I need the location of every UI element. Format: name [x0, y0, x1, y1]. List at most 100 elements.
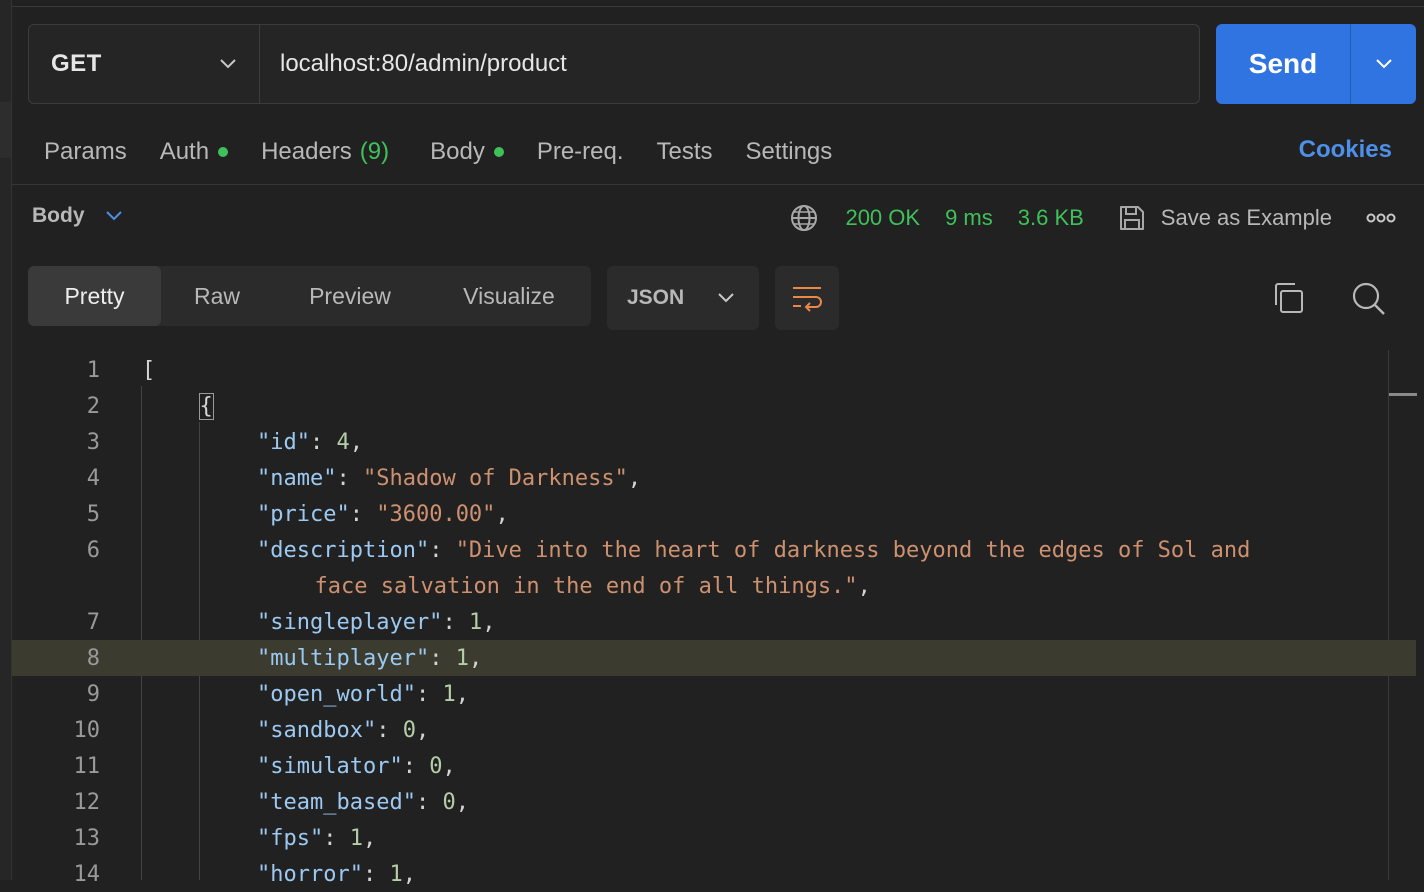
more-icon[interactable] — [1366, 213, 1396, 223]
line-number: 5 — [86, 501, 100, 527]
tab-headers[interactable]: Headers (9) — [261, 138, 389, 166]
line-number: 13 — [73, 825, 101, 851]
code-text: face salvation in the end of all things.… — [315, 574, 871, 599]
json-punctuation: , — [495, 501, 509, 527]
code-line: 8 "multiplayer": 1, — [12, 640, 1416, 676]
sidebar-strip — [0, 0, 12, 880]
line-number: 7 — [86, 609, 100, 635]
response-time[interactable]: 9 ms — [945, 205, 993, 231]
json-string: "3600.00" — [376, 501, 496, 527]
json-punctuation: : — [336, 465, 363, 491]
line-number: 12 — [73, 789, 101, 815]
code-line: 6 "description": "Dive into the heart of … — [12, 532, 1388, 568]
json-number: 0 — [402, 717, 416, 743]
code-line: 2{ — [12, 388, 1388, 424]
section-divider — [12, 184, 1424, 185]
cookies-link[interactable]: Cookies — [1299, 136, 1392, 164]
response-size[interactable]: 3.6 KB — [1018, 205, 1084, 231]
json-key: "team_based" — [257, 789, 416, 815]
code-text: "name": "Shadow of Darkness", — [257, 466, 641, 491]
chevron-down-icon — [1375, 59, 1392, 69]
json-punctuation: : — [442, 609, 469, 635]
tab-label: Tests — [656, 138, 713, 165]
json-punctuation: , — [455, 789, 469, 815]
send-button[interactable]: Send — [1216, 24, 1350, 104]
json-key: "singleplayer" — [257, 609, 443, 635]
json-punctuation: , — [362, 825, 377, 851]
json-punctuation: : — [429, 537, 456, 563]
json-punctuation: , — [627, 465, 642, 491]
json-key: "fps" — [257, 825, 324, 851]
code-text: "price": "3600.00", — [257, 502, 509, 527]
json-key: "name" — [257, 465, 337, 491]
code-text: "multiplayer": 1, — [257, 646, 482, 671]
code-text: { — [198, 392, 214, 420]
tab-label: Params — [44, 138, 127, 165]
code-text: [ — [142, 358, 155, 383]
view-tab-visualize[interactable]: Visualize — [427, 266, 591, 326]
code-line: 14 "horror": 1, — [12, 856, 1388, 892]
request-bar: GET — [28, 24, 1200, 104]
json-number: 0 — [442, 789, 456, 815]
view-tab-raw[interactable]: Raw — [161, 266, 273, 326]
response-body-editor[interactable]: 1[2{3 "id": 4, 4 "name": "Shadow of Darknes… — [12, 350, 1424, 887]
tab-params[interactable]: Params — [44, 138, 127, 166]
body-indicator-dot — [493, 147, 504, 157]
tab-body[interactable]: Body — [430, 138, 504, 166]
json-punctuation: , — [349, 429, 363, 455]
wrap-lines-button[interactable] — [775, 266, 839, 330]
code-text: "description": "Dive into the heart of d… — [257, 538, 1250, 563]
send-options-button[interactable] — [1350, 24, 1416, 104]
json-number: 4 — [336, 429, 350, 455]
line-number: 4 — [86, 465, 100, 491]
code-text: "open_world": 1, — [257, 682, 469, 707]
format-select[interactable]: JSON — [607, 266, 759, 330]
send-button-group: Send — [1216, 24, 1416, 104]
method-label: GET — [51, 50, 102, 77]
json-punctuation: [ — [142, 357, 156, 383]
code-text: "sandbox": 0, — [257, 718, 429, 743]
json-punctuation: : — [349, 501, 377, 527]
json-number: 1 — [455, 645, 469, 671]
save-as-example-button[interactable]: Save as Example — [1117, 203, 1332, 233]
code-text: "id": 4, — [257, 430, 363, 455]
code-line: 9 "open_world": 1, — [12, 676, 1388, 712]
chevron-down-icon — [718, 293, 734, 303]
status-code[interactable]: 200 OK — [845, 205, 920, 231]
code-text: "simulator": 0, — [257, 754, 456, 779]
response-section-label: Body — [32, 204, 85, 227]
json-key: "multiplayer" — [257, 645, 430, 671]
json-key: "description" — [257, 537, 430, 563]
search-icon[interactable] — [1350, 280, 1386, 316]
method-select[interactable]: GET — [29, 25, 260, 103]
json-number: 1 — [468, 609, 483, 635]
code-text: "singleplayer": 1, — [257, 610, 495, 635]
json-punctuation: : — [362, 861, 390, 887]
response-meta: 200 OK 9 ms 3.6 KB Save as Example — [789, 200, 1396, 236]
json-number: 1 — [349, 825, 363, 851]
line-number: 8 — [86, 645, 100, 671]
copy-icon[interactable] — [1270, 280, 1306, 316]
json-string: "Shadow of Darkness" — [362, 465, 628, 491]
globe-icon[interactable] — [789, 203, 819, 233]
tab-label: Headers — [261, 138, 352, 165]
code-line: 7 "singleplayer": 1, — [12, 604, 1388, 640]
json-number: 1 — [389, 861, 403, 887]
json-punctuation: : — [402, 753, 430, 779]
view-mode-tabs: Pretty Raw Preview Visualize — [28, 266, 591, 326]
response-section-select[interactable]: Body — [32, 204, 123, 228]
editor-scrollbar-thumb[interactable] — [1389, 393, 1417, 396]
json-punctuation: : — [415, 789, 443, 815]
tab-settings[interactable]: Settings — [746, 138, 833, 166]
json-punctuation: { — [198, 392, 214, 420]
json-punctuation: : — [429, 645, 456, 671]
view-tab-preview[interactable]: Preview — [273, 266, 427, 326]
tab-auth[interactable]: Auth — [160, 138, 229, 166]
json-punctuation: : — [309, 429, 337, 455]
tab-tests[interactable]: Tests — [657, 138, 713, 166]
view-tab-pretty[interactable]: Pretty — [28, 266, 161, 326]
tab-pre-request[interactable]: Pre-req. — [537, 138, 624, 166]
url-input[interactable] — [260, 25, 1199, 103]
json-punctuation: , — [402, 861, 416, 887]
code-line: 3 "id": 4, — [12, 424, 1388, 460]
